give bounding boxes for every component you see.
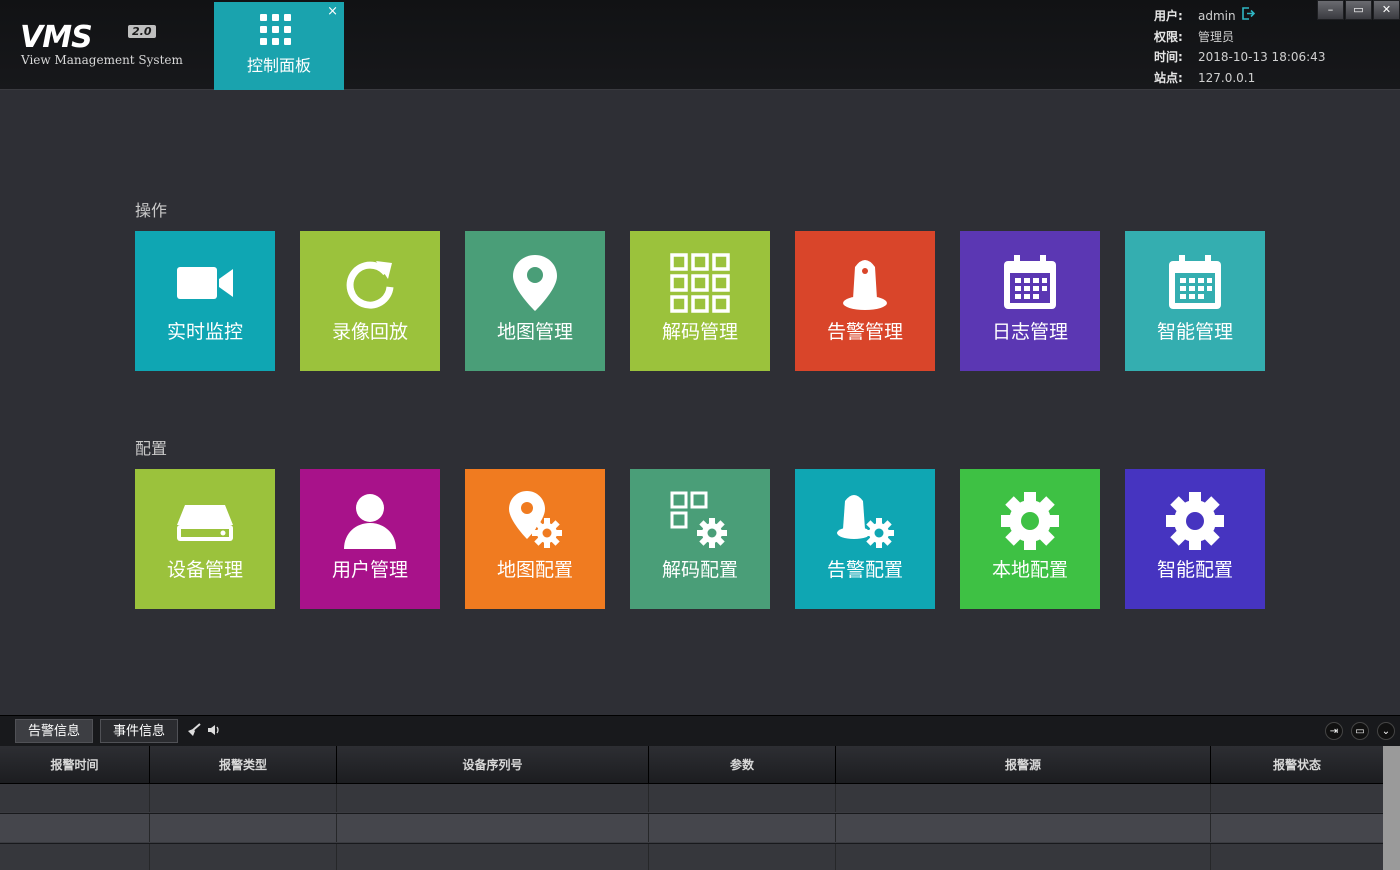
- vertical-scrollbar[interactable]: [1383, 746, 1400, 870]
- apps-grid-icon: [258, 14, 296, 48]
- tab-control-panel[interactable]: 控制面板 ×: [214, 2, 344, 90]
- alarm-bell-icon: [843, 260, 887, 310]
- table-row[interactable]: [0, 844, 1383, 870]
- tab-alarm-info[interactable]: 告警信息: [15, 719, 94, 743]
- calendar-icon: [1004, 255, 1056, 309]
- tile-label: 本地配置: [991, 559, 1068, 581]
- tile-realtime-monitor[interactable]: 实时监控: [135, 231, 275, 371]
- alarm-table: 报警时间 报警类型 设备序列号 参数 报警源 报警状态: [0, 746, 1383, 870]
- tile-label: 实时监控: [166, 321, 243, 343]
- tile-label: 地图管理: [496, 321, 573, 343]
- tile-label: 录像回放: [331, 321, 408, 343]
- section-title-config: 配置: [135, 439, 168, 458]
- column-header[interactable]: 报警状态: [1211, 746, 1383, 784]
- tile-alarm-manage[interactable]: 告警管理: [795, 231, 935, 371]
- tile-map-config[interactable]: 地图配置: [465, 469, 605, 609]
- column-header[interactable]: 报警源: [836, 746, 1211, 784]
- gear-icon: [1001, 492, 1059, 550]
- tile-alarm-config[interactable]: 告警配置: [795, 469, 935, 609]
- tile-label: 地图配置: [496, 559, 573, 581]
- tile-device-manage[interactable]: 设备管理: [135, 469, 275, 609]
- alarm-panel: 告警信息 事件信息 ⇥ ▭ ⌄ 报警时间 报警类型 设备序列号 参数 报警源 报…: [0, 715, 1400, 870]
- device-icon: [177, 505, 233, 541]
- tile-label: 告警配置: [826, 559, 903, 581]
- user-key: 用户:: [1154, 9, 1183, 23]
- tile-decode-manage[interactable]: 解码管理: [630, 231, 770, 371]
- alarm-gear-icon: [837, 495, 894, 548]
- minimize-button[interactable]: –: [1317, 0, 1344, 20]
- site-key: 站点:: [1154, 70, 1183, 85]
- tile-decode-config[interactable]: 解码配置: [630, 469, 770, 609]
- grid-icon: [670, 253, 730, 313]
- tile-label: 设备管理: [166, 559, 243, 581]
- maximize-button[interactable]: ▭: [1345, 0, 1372, 20]
- pin-icon[interactable]: ⇥: [1325, 722, 1343, 740]
- tile-smart-manage[interactable]: 智能管理: [1125, 231, 1265, 371]
- user-icon: [344, 494, 396, 549]
- tile-map-manage[interactable]: 地图管理: [465, 231, 605, 371]
- time-value: 2018-10-13 18:06:43: [1198, 50, 1326, 64]
- tile-label: 用户管理: [331, 559, 408, 581]
- section-title-ops: 操作: [135, 201, 168, 220]
- tile-log-manage[interactable]: 日志管理: [960, 231, 1100, 371]
- site-value: 127.0.0.1: [1198, 70, 1256, 85]
- tile-label: 智能配置: [1156, 559, 1233, 581]
- user-value: admin: [1198, 9, 1236, 23]
- column-header[interactable]: 报警时间: [0, 746, 150, 784]
- tile-label: 告警管理: [826, 321, 903, 343]
- grid-gear-icon: [670, 491, 727, 548]
- video-camera-icon: [177, 267, 233, 299]
- time-key: 时间:: [1154, 50, 1183, 64]
- logout-icon[interactable]: [1241, 6, 1255, 27]
- gear-icon: [1166, 492, 1224, 550]
- logo-version: 2.0: [128, 25, 156, 38]
- column-header[interactable]: 参数: [649, 746, 836, 784]
- calendar-icon: [1169, 255, 1221, 309]
- top-bar: VMS 2.0 View Management System 控制面板 × 用户…: [0, 0, 1400, 90]
- logo: VMS 2.0 View Management System: [20, 20, 200, 70]
- tile-label: 日志管理: [991, 321, 1068, 343]
- window-controls: – ▭ ✕: [1316, 0, 1400, 22]
- column-header[interactable]: 设备序列号: [337, 746, 649, 784]
- table-row[interactable]: [0, 814, 1383, 843]
- logo-subtitle: View Management System: [21, 53, 183, 67]
- tile-smart-config[interactable]: 智能配置: [1125, 469, 1265, 609]
- role-key: 权限:: [1154, 29, 1183, 44]
- speaker-icon[interactable]: [207, 723, 221, 741]
- tab-label: 控制面板: [246, 56, 311, 75]
- column-header[interactable]: 报警类型: [150, 746, 337, 784]
- logo-title: VMS: [20, 20, 93, 55]
- tile-local-config[interactable]: 本地配置: [960, 469, 1100, 609]
- tab-close-icon[interactable]: ×: [327, 5, 338, 18]
- tile-label: 解码管理: [661, 321, 738, 343]
- panel-collapse-icon[interactable]: ⌄: [1377, 722, 1395, 740]
- close-button[interactable]: ✕: [1373, 0, 1400, 20]
- refresh-icon: [346, 261, 394, 309]
- panel-maximize-icon[interactable]: ▭: [1351, 722, 1369, 740]
- tile-playback[interactable]: 录像回放: [300, 231, 440, 371]
- table-header: 报警时间 报警类型 设备序列号 参数 报警源 报警状态: [0, 746, 1383, 784]
- session-info: 用户: admin 权限: 管理员 时间: 2018-10-13 18:06:43 站…: [1154, 6, 1325, 88]
- app-root: VMS 2.0 View Management System 控制面板 × 用户…: [0, 0, 1400, 870]
- clear-broom-icon[interactable]: [186, 723, 202, 741]
- tab-event-info[interactable]: 事件信息: [100, 719, 179, 743]
- tile-label: 智能管理: [1156, 321, 1233, 343]
- tile-user-manage[interactable]: 用户管理: [300, 469, 440, 609]
- map-pin-gear-icon: [509, 491, 562, 548]
- role-value: 管理员: [1198, 29, 1235, 44]
- table-row[interactable]: [0, 784, 1383, 813]
- tile-label: 解码配置: [661, 559, 738, 581]
- map-pin-icon: [513, 255, 557, 311]
